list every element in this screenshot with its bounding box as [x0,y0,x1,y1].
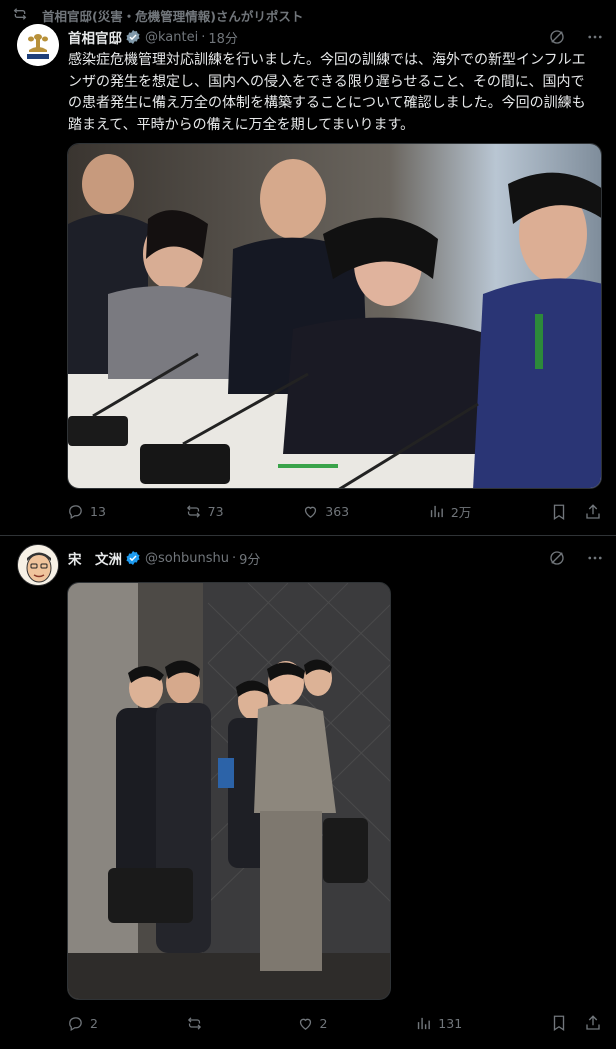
views-count: 2万 [450,505,472,520]
author-handle[interactable]: @kantei [145,30,198,45]
repost-icon [186,505,200,518]
repost-count: 73 [207,504,224,519]
grok-icon[interactable] [548,549,566,567]
tweet-header: 宋 文洲 @sohbunshu · 9分 [68,548,260,569]
tweet-photo[interactable] [67,582,391,1000]
more-icon[interactable] [586,28,604,46]
repost-context[interactable]: 首相官邸(災害・危機管理情報)さんがリポスト [13,6,304,25]
avatar-kantei[interactable] [17,24,59,66]
share-icon[interactable] [584,1014,602,1032]
author-name[interactable]: 宋 文洲 [68,548,122,568]
separator-dot: · [231,550,237,566]
reply-button[interactable]: 2 [67,1015,98,1032]
views-button[interactable]: 2万 [428,502,471,521]
avatar-sohbunshu[interactable] [17,544,59,586]
like-button[interactable]: 363 [302,503,349,520]
repost-label: 首相官邸(災害・危機管理情報)さんがリポスト [42,9,304,24]
tweet-2[interactable]: 宋 文洲 @sohbunshu · 9分 2 2 131 [0,537,616,1049]
bookmark-icon[interactable] [550,1014,568,1032]
repost-button[interactable] [186,1015,209,1032]
grok-icon[interactable] [548,28,566,46]
reply-button[interactable]: 13 [67,503,106,520]
like-count: 363 [325,504,350,519]
like-icon [299,1018,311,1030]
more-icon[interactable] [586,549,604,567]
tweet-actions: 2 2 131 [67,1014,602,1032]
bookmark-icon[interactable] [550,503,568,521]
tweet-end-actions [550,1014,602,1032]
repost-icon [13,8,27,20]
reply-count: 2 [90,1015,98,1031]
reply-count: 13 [90,504,106,519]
repost-button[interactable]: 73 [185,503,224,520]
post-time[interactable]: 18分 [208,28,238,47]
post-time[interactable]: 9分 [239,549,260,568]
tweet-actions: 13 73 363 2万 [67,502,602,521]
views-button[interactable]: 131 [415,1015,462,1032]
reply-icon [69,505,82,520]
tweet-1[interactable]: 首相官邸(災害・危機管理情報)さんがリポスト 首相官邸 @kantei · 18… [0,0,616,536]
tweet-top-actions [548,549,604,567]
author-name[interactable]: 首相官邸 [68,27,122,47]
views-icon [418,1017,431,1029]
like-icon [305,506,317,518]
verified-badge-icon [126,30,140,44]
tweet-photo[interactable] [67,143,602,489]
like-count: 2 [319,1015,328,1031]
verified-badge-icon [126,551,140,565]
reply-icon [69,1016,82,1031]
tweet-divider [0,535,616,536]
like-button[interactable]: 2 [297,1015,328,1032]
author-handle[interactable]: @sohbunshu [145,551,229,566]
tweet-top-actions [548,28,604,46]
views-count: 131 [438,1015,463,1031]
tweet-end-actions [550,503,602,521]
views-icon [430,505,443,518]
share-icon[interactable] [584,503,602,521]
repost-icon [187,1016,201,1030]
tweet-header: 首相官邸 @kantei · 18分 [68,27,238,48]
separator-dot: · [201,29,206,45]
tweet-text: 感染症危機管理対応訓練を行いました。今回の訓練では、海外での新型インフルエンザの… [68,52,586,133]
